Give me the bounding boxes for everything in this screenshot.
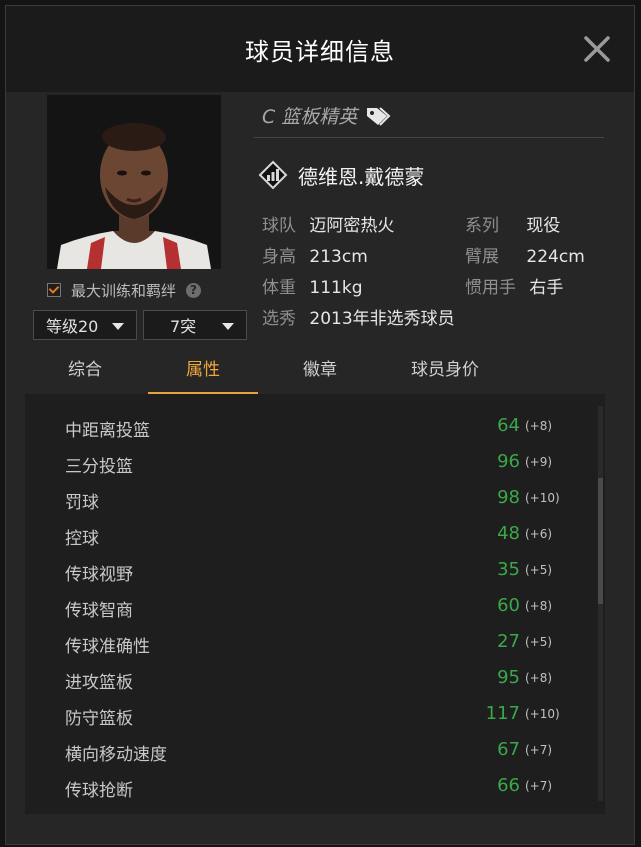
info-wingspan: 臂展 224cm (465, 242, 585, 267)
tab-player-value[interactable]: 球员身价 (390, 350, 500, 390)
attribute-value: 95 (497, 667, 520, 688)
draft-value: 2013年非选秀球员 (309, 309, 455, 329)
info-hand: 惯用手 右手 (465, 273, 563, 298)
attribute-value: 96 (497, 451, 520, 472)
info-height: 身高 213cm (262, 242, 368, 267)
breakthrough-select[interactable]: 7突 (143, 310, 247, 340)
attribute-name: 传球抢断 (65, 781, 133, 801)
player-name-row: 德维恩.戴德蒙 (258, 160, 424, 190)
attribute-row: 传球视野 35 (+5) (25, 552, 605, 588)
attribute-row: 进攻篮板 95 (+8) (25, 660, 605, 696)
weight-value: 111kg (309, 278, 363, 298)
info-weight: 体重 111kg (262, 273, 363, 298)
bond-checkbox[interactable] (47, 283, 61, 297)
bond-label: 最大训练和羁绊 (71, 281, 177, 300)
chevron-down-icon (112, 323, 124, 330)
attribute-bonus: (+10) (525, 707, 560, 721)
hand-value: 右手 (529, 278, 564, 298)
attribute-row: 传球智商 60 (+8) (25, 588, 605, 624)
info-draft: 选秀 2013年非选秀球员 (262, 304, 455, 329)
attributes-panel[interactable]: 中距离投篮 64 (+8) 三分投篮 96 (+9) 罚球 98 (+10) 控… (25, 394, 605, 814)
attribute-value: 48 (497, 523, 520, 544)
attribute-bonus: (+6) (525, 527, 553, 541)
tag-icon (367, 106, 391, 126)
close-icon[interactable] (582, 34, 612, 64)
level-select-value: 等级20 (46, 317, 99, 336)
tab-overview[interactable]: 综合 (40, 350, 130, 390)
attribute-name: 传球准确性 (65, 637, 150, 657)
attribute-row: 控球 48 (+6) (25, 516, 605, 552)
attribute-row: 三分投篮 96 (+9) (25, 444, 605, 480)
attribute-row: 防守篮板 117 (+10) (25, 696, 605, 732)
attribute-name: 传球视野 (65, 565, 133, 585)
role-label: C 篮板精英 (262, 106, 358, 128)
team-label: 球队 (262, 216, 296, 236)
attribute-value: 98 (497, 487, 520, 508)
attribute-name: 横向移动速度 (65, 745, 167, 765)
attribute-bonus: (+9) (525, 455, 553, 469)
weight-label: 体重 (262, 278, 296, 298)
wingspan-value: 224cm (526, 247, 585, 267)
attribute-bonus: (+8) (525, 599, 553, 613)
attribute-value: 66 (497, 775, 520, 796)
chevron-down-icon (222, 323, 234, 330)
series-label: 系列 (465, 216, 499, 236)
tab-attributes[interactable]: 属性 (158, 350, 248, 390)
height-value: 213cm (309, 247, 368, 267)
attribute-bonus: (+5) (525, 635, 553, 649)
attribute-name: 控球 (65, 529, 99, 549)
team-value: 迈阿密热火 (309, 216, 395, 236)
attribute-name: 进攻篮板 (65, 673, 133, 693)
attribute-bonus: (+8) (525, 419, 553, 433)
info-team: 球队 迈阿密热火 (262, 211, 394, 236)
attribute-name: 传球智商 (65, 601, 133, 621)
attribute-row: 罚球 98 (+10) (25, 480, 605, 516)
player-name: 德维恩.戴德蒙 (298, 164, 425, 189)
dialog-titlebar: 球员详细信息 (6, 6, 634, 92)
hand-label: 惯用手 (465, 278, 516, 298)
attribute-bonus: (+10) (525, 491, 560, 505)
attribute-value: 27 (497, 631, 520, 652)
attribute-bonus: (+7) (525, 779, 553, 793)
attribute-bonus: (+7) (525, 743, 553, 757)
player-role: C 篮板精英 (262, 102, 391, 129)
help-icon[interactable]: ? (186, 282, 202, 298)
max-training-bond-option[interactable]: 最大训练和羁绊 ? (47, 279, 237, 301)
attribute-bonus: (+8) (525, 671, 553, 685)
attribute-value: 60 (497, 595, 520, 616)
attribute-value: 64 (497, 415, 520, 436)
attribute-row: 横向移动速度 67 (+7) (25, 732, 605, 768)
position-badge-icon (258, 160, 288, 190)
attribute-name: 中距离投篮 (65, 421, 150, 441)
level-select[interactable]: 等级20 (33, 310, 137, 340)
attribute-name: 罚球 (65, 493, 99, 513)
height-label: 身高 (262, 247, 296, 267)
attribute-bonus: (+5) (525, 563, 553, 577)
attribute-row: 传球抢断 66 (+7) (25, 768, 605, 804)
header-divider (254, 137, 604, 138)
scrollbar-thumb[interactable] (598, 478, 603, 604)
attribute-value: 35 (497, 559, 520, 580)
attribute-value: 67 (497, 739, 520, 760)
attribute-row: 中距离投篮 64 (+8) (25, 408, 605, 444)
draft-label: 选秀 (262, 309, 296, 329)
series-value: 现役 (526, 216, 561, 236)
detail-tabs: 综合 属性 徽章 球员身价 (30, 350, 615, 390)
tab-badges[interactable]: 徽章 (275, 350, 365, 390)
attribute-row: 传球准确性 27 (+5) (25, 624, 605, 660)
player-portrait (47, 95, 221, 269)
breakthrough-select-value: 7突 (170, 317, 197, 336)
attribute-value: 117 (485, 703, 520, 724)
wingspan-label: 臂展 (465, 247, 499, 267)
info-series: 系列 现役 (465, 211, 560, 236)
attribute-name: 三分投篮 (65, 457, 133, 477)
attribute-name: 防守篮板 (65, 709, 133, 729)
dialog-title: 球员详细信息 (245, 38, 395, 66)
